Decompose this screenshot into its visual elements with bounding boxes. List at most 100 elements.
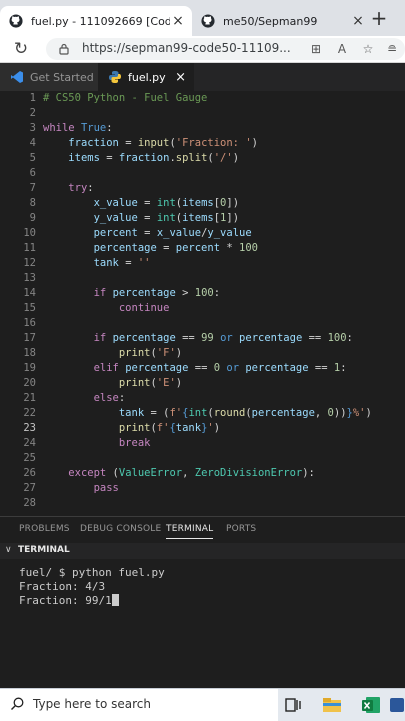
code-token: == bbox=[188, 362, 214, 374]
code-token: , bbox=[182, 467, 195, 479]
code-line[interactable]: 16 bbox=[0, 316, 405, 331]
code-token: : bbox=[340, 362, 347, 374]
favorite-icon[interactable]: ☆ bbox=[360, 41, 376, 57]
code-line[interactable]: 24 break bbox=[0, 436, 405, 451]
tab-get-started[interactable]: Get Started bbox=[0, 63, 98, 91]
apps-icon[interactable]: ⊞ bbox=[308, 41, 324, 57]
browser-tab-repo[interactable]: me50/Sepman99 × bbox=[192, 6, 372, 36]
code-token: percentage bbox=[251, 407, 315, 419]
code-line[interactable]: 3 while True: bbox=[0, 121, 405, 136]
tab-problems[interactable]: PROBLEMS bbox=[19, 524, 70, 534]
reload-icon[interactable]: ↻ bbox=[11, 39, 31, 59]
terminal-header[interactable]: ∨ TERMINAL bbox=[0, 543, 405, 559]
code-token: : bbox=[87, 182, 94, 194]
code-line[interactable]: 28 bbox=[0, 496, 405, 511]
code-text: try: bbox=[43, 181, 94, 196]
close-tab-icon[interactable]: × bbox=[175, 70, 186, 85]
chevron-down-icon[interactable]: ∨ bbox=[5, 545, 12, 555]
code-token: : bbox=[106, 122, 113, 134]
code-token: : bbox=[118, 392, 126, 404]
code-text: print('F') bbox=[43, 346, 182, 361]
excel-icon[interactable] bbox=[360, 694, 382, 716]
code-token: int bbox=[188, 407, 208, 419]
code-token: int bbox=[156, 197, 176, 209]
read-aloud-icon[interactable]: A bbox=[334, 41, 350, 57]
browser-toolbar: ↻ https://sepman99-code50-11109... ⊞ A ☆… bbox=[0, 36, 405, 63]
terminal-line-text: Fraction: 99/1 bbox=[19, 594, 112, 607]
code-token: ]) bbox=[226, 197, 240, 209]
line-number: 19 bbox=[23, 362, 36, 374]
code-line[interactable]: 1 # CS50 Python - Fuel Gauge bbox=[0, 91, 405, 106]
code-token: fraction bbox=[118, 152, 170, 164]
tab-fuel-py[interactable]: fuel.py × bbox=[98, 63, 194, 91]
code-line[interactable]: 5 items = fraction.split('/') bbox=[0, 151, 405, 166]
line-number: 23 bbox=[23, 422, 36, 434]
close-tab-icon[interactable]: × bbox=[170, 13, 186, 29]
code-token: tank bbox=[118, 407, 145, 419]
code-line[interactable]: 6 bbox=[0, 166, 405, 181]
task-view-icon[interactable] bbox=[282, 694, 304, 716]
file-explorer-icon[interactable] bbox=[321, 694, 343, 716]
line-number: 14 bbox=[23, 287, 36, 299]
code-line[interactable]: 22 tank = (f'{int(round(percentage, 0))}… bbox=[0, 406, 405, 421]
code-line[interactable]: 15 continue bbox=[0, 301, 405, 316]
code-token: else bbox=[93, 392, 119, 404]
code-line[interactable]: 13 bbox=[0, 271, 405, 286]
code-line[interactable]: 19 elif percentage == 0 or percentage ==… bbox=[0, 361, 405, 376]
code-line[interactable]: 25 bbox=[0, 451, 405, 466]
tab-debug-console[interactable]: DEBUG CONSOLE bbox=[80, 524, 161, 534]
code-token: 'F' bbox=[156, 347, 176, 359]
line-number: 17 bbox=[23, 332, 36, 344]
code-token: ) bbox=[232, 152, 240, 164]
browser-tab-fuel[interactable]: fuel.py - 111092669 [Codespaces × bbox=[0, 6, 192, 36]
code-token: except bbox=[68, 467, 107, 479]
code-line[interactable]: 2 bbox=[0, 106, 405, 121]
code-token: percentage bbox=[112, 332, 176, 344]
terminal[interactable]: fuel/ $ python fuel.py Fraction: 4/3 Fra… bbox=[0, 559, 405, 688]
code-token: x_value bbox=[93, 197, 138, 209]
code-token: * bbox=[220, 242, 239, 254]
code-line[interactable]: 18 print('F') bbox=[0, 346, 405, 361]
code-line[interactable]: 27 pass bbox=[0, 481, 405, 496]
code-line[interactable]: 11 percentage = percent * 100 bbox=[0, 241, 405, 256]
line-number: 28 bbox=[23, 497, 36, 509]
tab-terminal[interactable]: TERMINAL bbox=[166, 524, 214, 539]
code-token: tank bbox=[93, 257, 119, 269]
code-token: fraction bbox=[68, 137, 119, 149]
code-token: print bbox=[118, 422, 151, 434]
code-line[interactable]: 4 fraction = input('Fraction: ') bbox=[0, 136, 405, 151]
code-line[interactable]: 17 if percentage == 99 or percentage == … bbox=[0, 331, 405, 346]
code-line[interactable]: 7 try: bbox=[0, 181, 405, 196]
new-tab-button[interactable]: + bbox=[368, 8, 390, 30]
terminal-line: fuel/ $ python fuel.py bbox=[19, 566, 165, 579]
code-text: while True: bbox=[43, 121, 113, 136]
code-token: = bbox=[137, 212, 157, 224]
address-bar[interactable]: https://sepman99-code50-11109... ⊞ A ☆ ≘ bbox=[46, 38, 405, 60]
terminal-header-label: TERMINAL bbox=[18, 545, 70, 555]
code-line[interactable]: 20 print('E') bbox=[0, 376, 405, 391]
code-line[interactable]: 12 tank = '' bbox=[0, 256, 405, 271]
code-line[interactable]: 8 x_value = int(items[0]) bbox=[0, 196, 405, 211]
code-line[interactable]: 9 y_value = int(items[1]) bbox=[0, 211, 405, 226]
code-line[interactable]: 21 else: bbox=[0, 391, 405, 406]
taskbar-search[interactable]: Type here to search bbox=[0, 689, 278, 721]
close-tab-icon[interactable]: × bbox=[350, 13, 366, 29]
line-number: 15 bbox=[23, 302, 36, 314]
tab-ports[interactable]: PORTS bbox=[226, 524, 256, 534]
favorites-bar-icon[interactable]: ≘ bbox=[384, 41, 400, 57]
code-token: ): bbox=[302, 467, 315, 479]
line-number: 26 bbox=[23, 467, 36, 479]
code-line[interactable]: 10 percent = x_value/y_value bbox=[0, 226, 405, 241]
code-editor[interactable]: 1 # CS50 Python - Fuel Gauge 2 3 while True:… bbox=[0, 91, 405, 513]
terminal-line: Fraction: 99/1 bbox=[19, 593, 119, 608]
code-token: = ( bbox=[144, 407, 170, 419]
app-icon[interactable] bbox=[386, 694, 405, 716]
code-line[interactable]: 26 except (ValueError, ZeroDivisionError… bbox=[0, 466, 405, 481]
url-text[interactable]: https://sepman99-code50-11109... bbox=[82, 41, 302, 55]
code-token: , bbox=[314, 407, 328, 419]
terminal-line: Fraction: 4/3 bbox=[19, 580, 106, 593]
code-line[interactable]: 23 print(f'{tank}') bbox=[0, 421, 405, 436]
code-line[interactable]: 14 if percentage > 100: bbox=[0, 286, 405, 301]
code-token: ) bbox=[175, 377, 183, 389]
